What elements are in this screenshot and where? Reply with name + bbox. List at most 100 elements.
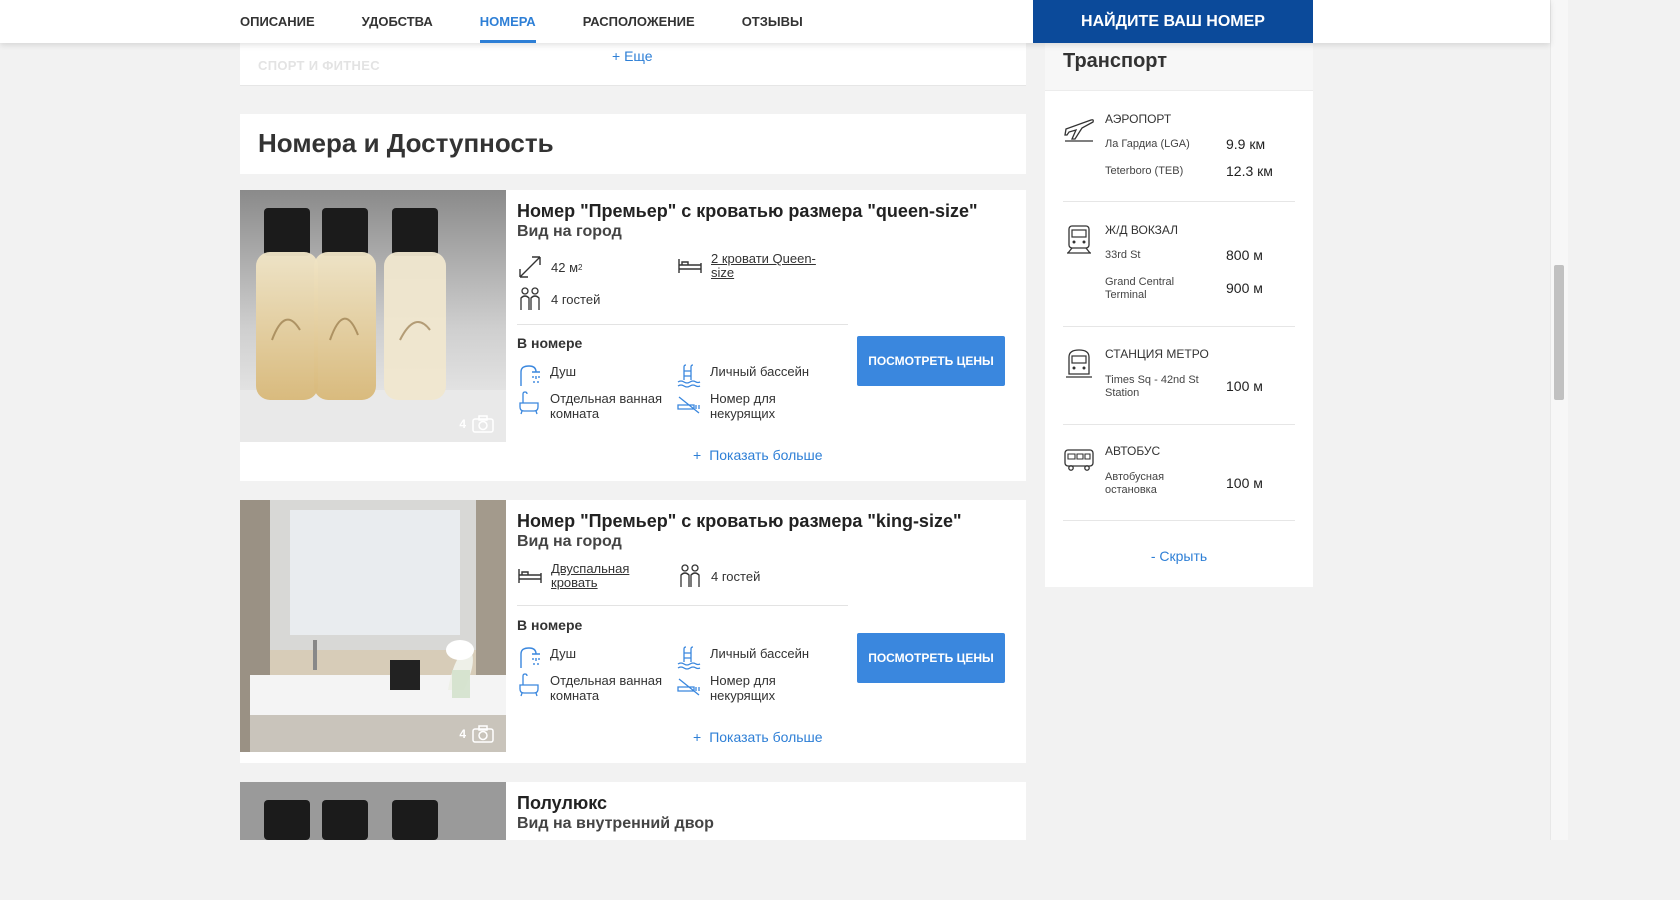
show-more-link[interactable]: + Показать больше xyxy=(693,447,823,463)
amenity-label: Отдельная ванная комната xyxy=(550,391,663,421)
transport-type-label: Ж/Д ВОКЗАЛ xyxy=(1105,223,1179,237)
view-prices-button[interactable]: ПОСМОТРЕТЬ ЦЕНЫ xyxy=(857,336,1005,386)
resize-arrow-icon xyxy=(519,256,541,278)
room-guests: 4 гостей xyxy=(677,563,760,589)
amenity-label: Личный бассейн xyxy=(710,364,810,379)
room-photo[interactable]: 4 xyxy=(240,500,506,752)
transport-type-label: СТАНЦИЯ МЕТРО xyxy=(1105,347,1209,361)
room-guests: 4 гостей xyxy=(517,286,600,312)
nav-tabs: ОПИСАНИЕ УДОБСТВА НОМЕРА РАСПОЛОЖЕНИЕ ОТ… xyxy=(240,0,850,43)
photo-count[interactable]: 4 xyxy=(459,415,494,433)
amenity-label: Личный бассейн xyxy=(710,646,810,661)
room-title[interactable]: Номер "Премьер" с кроватью размера "quee… xyxy=(517,201,978,222)
tab-reviews[interactable]: ОТЗЫВЫ xyxy=(742,0,803,43)
top-navigation: ОПИСАНИЕ УДОБСТВА НОМЕРА РАСПОЛОЖЕНИЕ ОТ… xyxy=(0,0,1550,43)
beds-link[interactable]: 2 кровати Queen-size xyxy=(711,252,837,280)
amenity-category-label: СПОРТ И ФИТНЕС xyxy=(258,58,380,73)
amenity-private-pool: Личный бассейн xyxy=(677,364,809,388)
no-smoking-icon xyxy=(677,678,700,696)
room-card: 4 Номер "Премьер" с кроватью размера "qu… xyxy=(240,190,1026,481)
transport-place: Ла Гардиа (LGA) xyxy=(1105,138,1190,150)
transport-panel: Транспорт АЭРОПОРТ Ла Гардиа (LGA) 9.9 к… xyxy=(1045,43,1313,587)
transport-place: 33rd St xyxy=(1105,249,1141,261)
area-unit-exponent: 2 xyxy=(578,262,583,272)
view-prices-button[interactable]: ПОСМОТРЕТЬ ЦЕНЫ xyxy=(857,633,1005,683)
page-scrollbar[interactable] xyxy=(1550,0,1568,840)
show-more-label: Показать больше xyxy=(709,447,823,463)
bathroom-photo xyxy=(240,500,506,752)
find-your-room-button[interactable]: НАЙДИТЕ ВАШ НОМЕР xyxy=(1033,0,1313,43)
scrollbar-thumb[interactable] xyxy=(1554,265,1564,400)
plus-icon: + xyxy=(693,729,702,745)
transport-distance: 800 м xyxy=(1226,247,1263,263)
room-photo[interactable]: 4 xyxy=(240,190,506,442)
room-title[interactable]: Полулюкс xyxy=(517,793,607,814)
room-title[interactable]: Номер "Премьер" с кроватью размера "king… xyxy=(517,511,962,532)
room-view: Вид на город xyxy=(517,533,622,550)
transport-type-label: АВТОБУС xyxy=(1105,444,1161,458)
toiletries-photo xyxy=(240,190,506,442)
amenity-label: Душ xyxy=(550,364,577,379)
transport-distance: 100 м xyxy=(1226,378,1263,394)
room-beds: Двуспальная кровать xyxy=(517,562,667,590)
transport-divider xyxy=(1063,520,1295,521)
shower-icon xyxy=(520,365,540,386)
guests-value: 4 гостей xyxy=(551,291,601,307)
bus-icon xyxy=(1064,449,1094,471)
beds-link[interactable]: Двуспальная кровать xyxy=(551,562,667,590)
in-room-heading: В номере xyxy=(517,335,583,351)
bathtub-icon xyxy=(519,391,539,415)
room-view: Вид на город xyxy=(517,223,622,240)
photo-count-number: 4 xyxy=(459,727,466,741)
tab-location[interactable]: РАСПОЛОЖЕНИЕ xyxy=(583,0,695,43)
subway-icon xyxy=(1066,349,1092,378)
show-more-label: Показать больше xyxy=(709,729,823,745)
no-smoking-icon xyxy=(677,396,700,414)
amenity-shower: Душ xyxy=(517,364,576,388)
camera-icon xyxy=(472,725,494,743)
room-divider xyxy=(517,605,848,606)
tab-rooms[interactable]: НОМЕРА xyxy=(479,0,536,43)
photo-count-number: 4 xyxy=(459,417,466,431)
room-divider xyxy=(517,324,848,325)
guests-icon xyxy=(680,564,700,587)
bathtub-icon xyxy=(519,673,539,697)
transport-place: Grand Central Terminal xyxy=(1105,276,1175,301)
plus-icon: + xyxy=(693,447,702,463)
show-more-link[interactable]: + Показать больше xyxy=(693,729,823,745)
shower-icon xyxy=(520,647,540,668)
amenity-bathroom: Отдельная ванная комната xyxy=(517,673,677,703)
photo-count[interactable]: 4 xyxy=(459,725,494,743)
tab-description[interactable]: ОПИСАНИЕ xyxy=(240,0,315,43)
train-icon xyxy=(1067,225,1091,254)
pool-icon xyxy=(677,364,701,388)
room-size-value: 42 м xyxy=(551,259,579,275)
rooms-section-title: Номера и Доступность xyxy=(258,128,554,158)
bed-icon xyxy=(518,569,542,583)
amenity-non-smoking: Номер для некурящих xyxy=(677,673,837,703)
bed-icon xyxy=(678,259,702,273)
room-card: 4 Номер "Премьер" с кроватью размера "ki… xyxy=(240,500,1026,763)
transport-place: Автобусная остановка xyxy=(1105,471,1165,496)
transport-distance: 100 м xyxy=(1226,475,1263,491)
amenity-private-pool: Личный бассейн xyxy=(677,646,809,670)
transport-divider xyxy=(1063,201,1295,202)
tab-amenities[interactable]: УДОБСТВА xyxy=(362,0,433,43)
room-photo[interactable] xyxy=(240,782,506,840)
rooms-section-header: Номера и Доступность xyxy=(240,114,1026,174)
in-room-heading: В номере xyxy=(517,617,583,633)
transport-place: Teterboro (TEB) xyxy=(1105,165,1184,177)
amenity-non-smoking: Номер для некурящих xyxy=(677,391,837,421)
hide-transport-link[interactable]: - Скрыть xyxy=(1045,548,1313,564)
amenities-more-link[interactable]: + Еще xyxy=(612,48,653,64)
guests-value: 4 гостей xyxy=(711,568,761,584)
transport-distance: 9.9 км xyxy=(1226,136,1266,152)
amenity-label: Душ xyxy=(550,646,577,661)
transport-type-label: АЭРОПОРТ xyxy=(1105,112,1172,126)
toiletries-photo xyxy=(240,782,506,840)
transport-title: Транспорт xyxy=(1063,50,1168,72)
room-card: Полулюкс Вид на внутренний двор xyxy=(240,782,1026,840)
transport-place: Times Sq - 42nd St Station xyxy=(1105,374,1199,399)
transport-header: Транспорт xyxy=(1045,43,1313,91)
transport-divider xyxy=(1063,424,1295,425)
